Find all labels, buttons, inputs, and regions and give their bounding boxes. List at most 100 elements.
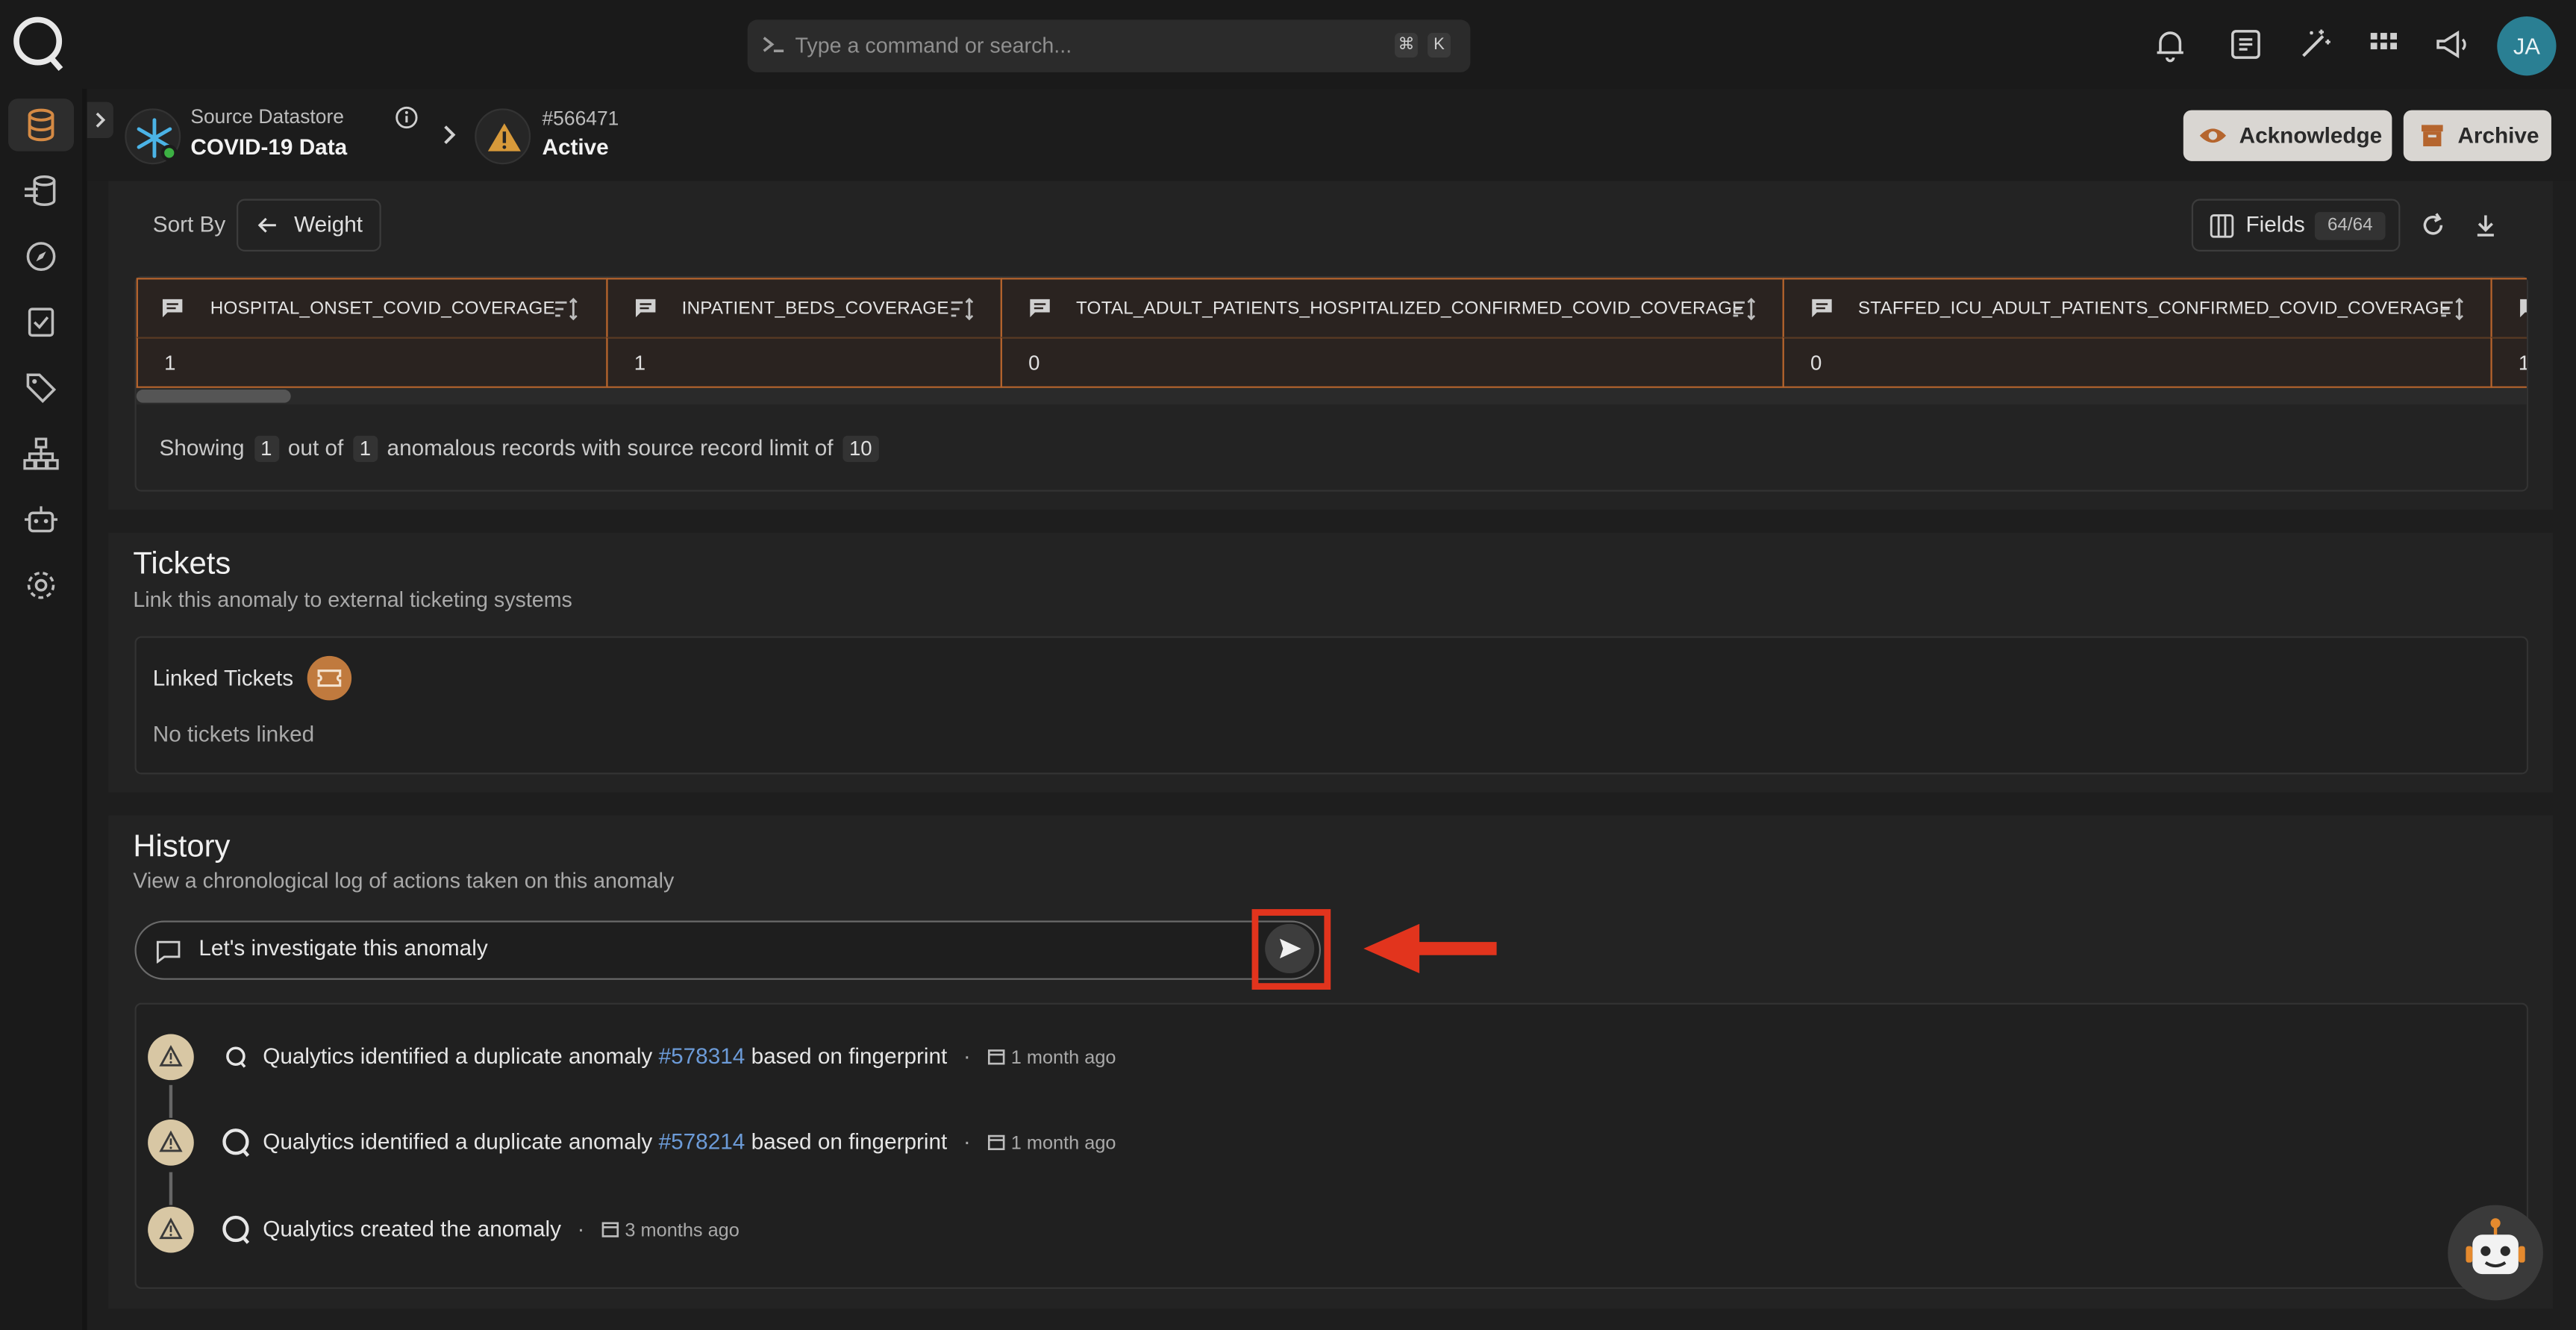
warning-icon xyxy=(475,108,531,165)
table-cell: 0 xyxy=(1000,337,1784,388)
warning-icon xyxy=(148,1034,194,1081)
apps-grid-icon[interactable] xyxy=(2366,26,2401,62)
qualytics-logo-icon xyxy=(220,1126,253,1159)
qualytics-logo[interactable] xyxy=(10,13,69,72)
red-arrow-annotation xyxy=(1360,921,1498,977)
table-cell: 0 xyxy=(1782,337,2492,388)
column-name: TOTAL_ADULT_PATIENTS_HOSPITALIZED_CONFIR… xyxy=(1075,299,1745,319)
ticket-icon[interactable] xyxy=(307,655,352,701)
no-tickets-text: No tickets linked xyxy=(152,721,315,747)
column-name: HOSPITAL_ONSET_COVID_COVERAGE xyxy=(210,299,555,319)
tickets-subtitle: Link this anomaly to external ticketing … xyxy=(133,587,572,612)
columns-icon xyxy=(2210,213,2234,238)
shortcut-mod: ⌘ xyxy=(1395,33,1418,58)
bell-icon[interactable] xyxy=(2152,26,2188,63)
acknowledge-button[interactable]: Acknowledge xyxy=(2183,110,2392,161)
database-flow-icon[interactable] xyxy=(19,169,62,212)
timeline-connector xyxy=(169,1084,173,1118)
datastore-label: Source Datastore xyxy=(190,104,344,128)
history-entry-time: 3 months ago xyxy=(625,1221,740,1242)
column-header[interactable]: TOTAL_ADULT_PATIENTS_HOSPITALIZED_CONFIR… xyxy=(1000,278,1784,339)
column-name: INPATIENT_BEDS_COVERAGE xyxy=(681,299,949,319)
terminal-icon xyxy=(760,33,787,56)
hierarchy-icon[interactable] xyxy=(19,432,62,475)
chat-bubble-icon xyxy=(156,940,181,964)
warning-icon xyxy=(148,1206,194,1253)
history-entry-time: 1 month ago xyxy=(1010,1134,1116,1155)
history-entry-time: 1 month ago xyxy=(1010,1049,1116,1069)
history-entry-text: Qualytics identified a duplicate anomaly xyxy=(263,1043,653,1069)
column-header[interactable]: STAFFED_ICU_ADULT_PATIENTS_CONFIRMED_COV… xyxy=(1782,278,2492,339)
sidebar-divider xyxy=(82,88,87,1330)
user-avatar[interactable]: JA xyxy=(2497,16,2557,76)
archive-label: Archive xyxy=(2457,123,2539,149)
document-icon[interactable] xyxy=(2228,26,2263,62)
sort-icon[interactable] xyxy=(949,298,975,321)
history-entry-suffix: based on fingerprint xyxy=(751,1043,948,1069)
acknowledge-label: Acknowledge xyxy=(2239,123,2383,149)
anomaly-status: Active xyxy=(542,134,609,160)
tag-icon[interactable] xyxy=(19,366,62,409)
comment-icon xyxy=(634,298,657,319)
archive-button[interactable]: Archive xyxy=(2403,110,2551,161)
sort-weight-button[interactable]: Weight xyxy=(237,199,381,252)
info-icon[interactable] xyxy=(394,105,419,130)
comment-icon xyxy=(161,298,184,319)
sort-icon[interactable] xyxy=(1731,298,1757,321)
arrow-left-icon xyxy=(257,217,278,234)
comment-icon xyxy=(1028,298,1051,319)
scrollbar-thumb[interactable] xyxy=(136,390,291,403)
qualytics-logo-icon xyxy=(223,1044,249,1070)
command-search[interactable]: Type a command or search... ⌘ K xyxy=(747,19,1471,72)
comment-icon xyxy=(1810,298,1833,319)
history-entry: Qualytics identified a duplicate anomaly… xyxy=(148,1034,1298,1083)
eye-icon xyxy=(2198,123,2228,148)
tickets-title: Tickets xyxy=(133,547,231,582)
megaphone-icon[interactable] xyxy=(2433,26,2469,62)
column-header[interactable]: INPATIENT_BEDS_COVERAGE xyxy=(606,278,1002,339)
magic-wand-icon[interactable] xyxy=(2297,26,2333,62)
history-entry-suffix: based on fingerprint xyxy=(751,1129,948,1155)
history-subtitle: View a chronological log of actions take… xyxy=(133,868,675,893)
highlight-box xyxy=(1251,909,1331,990)
comment-icon xyxy=(2519,298,2527,319)
clipboard-check-icon[interactable] xyxy=(19,301,62,343)
search-placeholder: Type a command or search... xyxy=(795,33,1072,58)
archive-box-icon xyxy=(2420,123,2445,148)
records-summary: Showing 1 out of 1 anomalous records wit… xyxy=(160,435,882,462)
shortcut-key: K xyxy=(1428,33,1451,58)
sort-by-label: Sort By xyxy=(152,212,226,237)
qualytics-logo-icon xyxy=(220,1214,253,1246)
history-entry-text: Qualytics created the anomaly xyxy=(263,1216,562,1242)
database-icon[interactable] xyxy=(19,104,62,146)
chevron-right-icon xyxy=(437,123,460,146)
calendar-icon xyxy=(601,1222,619,1237)
comment-input[interactable] xyxy=(198,935,1185,961)
sort-icon[interactable] xyxy=(2439,298,2466,321)
settings-gear-icon[interactable] xyxy=(19,564,62,607)
refresh-icon[interactable] xyxy=(2420,212,2446,238)
anomaly-link[interactable]: #578314 xyxy=(659,1044,745,1069)
calendar-icon xyxy=(987,1134,1004,1151)
history-entry: Qualytics created the anomaly · 3 months… xyxy=(148,1206,1298,1256)
linked-tickets-label: Linked Tickets xyxy=(152,666,294,691)
compass-icon[interactable] xyxy=(19,235,62,278)
column-name: STAFFED_ICU_ADULT_PATIENTS_CONFIRMED_COV… xyxy=(1857,299,2452,319)
history-entry: Qualytics identified a duplicate anomaly… xyxy=(148,1120,1298,1169)
anomaly-link[interactable]: #578214 xyxy=(659,1129,745,1154)
history-title: History xyxy=(133,830,231,865)
assistant-bot-button[interactable] xyxy=(2448,1205,2543,1301)
history-entry-text: Qualytics identified a duplicate anomaly xyxy=(263,1129,653,1155)
horizontal-scrollbar[interactable] xyxy=(136,387,2527,405)
datastore-name[interactable]: COVID-19 Data xyxy=(190,135,347,160)
sort-icon[interactable] xyxy=(554,298,580,321)
robot-icon[interactable] xyxy=(19,498,62,540)
column-header[interactable] xyxy=(2490,278,2527,339)
calendar-icon xyxy=(987,1049,1004,1065)
fields-label: Fields xyxy=(2245,212,2305,237)
column-header[interactable]: HOSPITAL_ONSET_COVID_COVERAGE xyxy=(136,278,608,339)
download-icon[interactable] xyxy=(2472,212,2498,238)
sidebar-expand-button[interactable] xyxy=(87,102,113,139)
linked-tickets-box xyxy=(134,636,2529,775)
status-online-dot xyxy=(160,144,178,161)
